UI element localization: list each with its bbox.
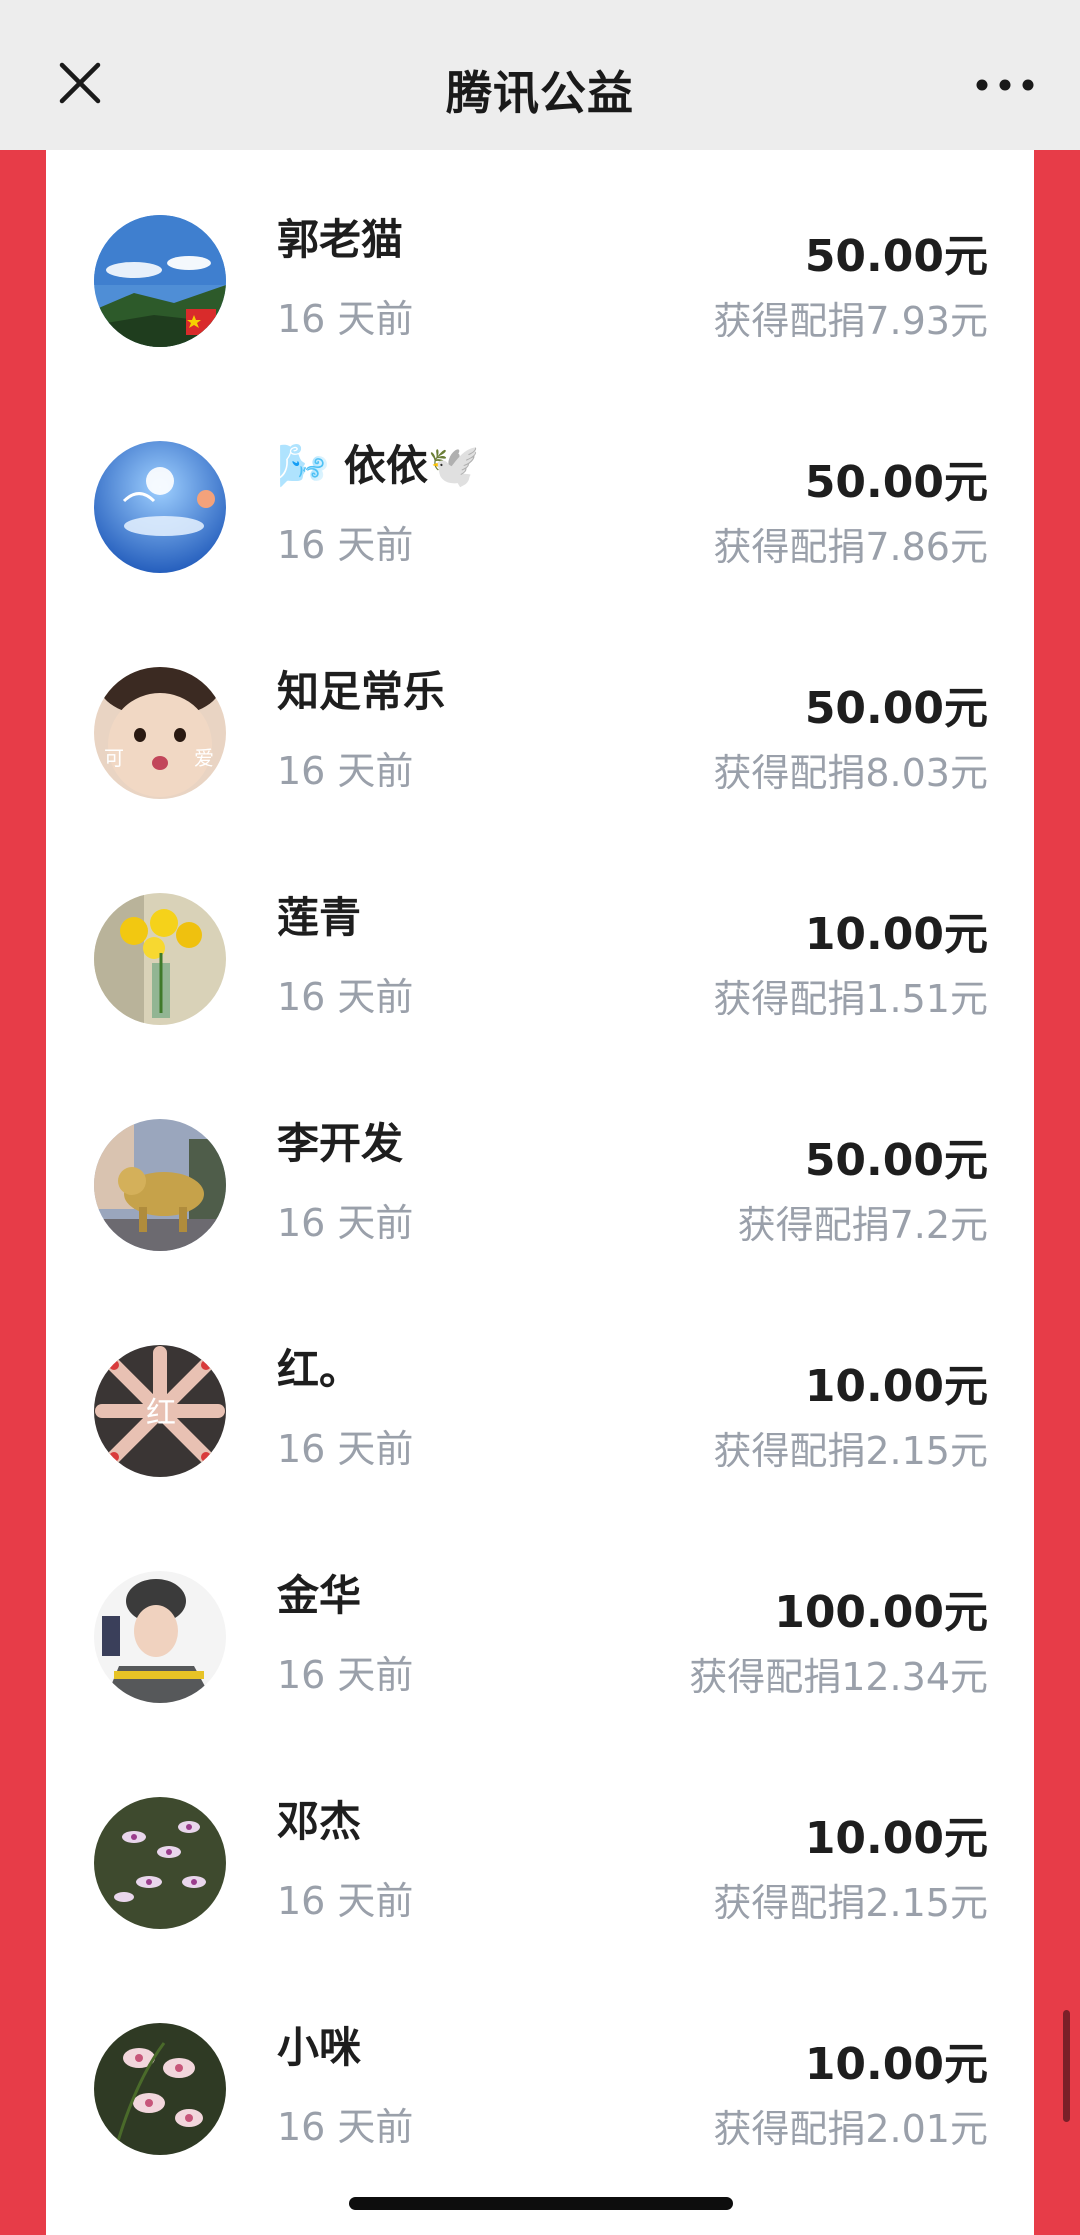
list-item[interactable]: 莲青 16 天前 10.00元 获得配捐1.51元 (46, 828, 1034, 1054)
donation-time: 16 天前 (277, 749, 414, 793)
donor-name: 知足常乐 (277, 667, 446, 716)
donation-amount: 10.00元 (804, 2039, 988, 2090)
list-item[interactable]: 红 红。 16 天前 10.00元 获得配捐2.15元 (46, 1280, 1034, 1506)
donation-time: 16 天前 (277, 2105, 414, 2149)
matched-donation: 获得配捐2.15元 (713, 1881, 988, 1925)
avatar-caption: 红 (146, 1397, 176, 1430)
avatar: 可 爱 (94, 667, 226, 799)
donation-amount: 50.00元 (804, 683, 988, 734)
donor-name: 李开发 (277, 1119, 404, 1168)
donation-time: 16 天前 (277, 523, 414, 567)
donor-name: 金华 (277, 1571, 362, 1620)
donor-name: 小咪 (277, 2023, 362, 2072)
donation-amount: 50.00元 (804, 1135, 988, 1186)
list-item[interactable]: 郭老猫 16 天前 50.00元 获得配捐7.93元 (46, 150, 1034, 376)
top-bar: 腾讯公益 (0, 0, 1080, 150)
avatar (94, 1119, 226, 1251)
list-item[interactable]: 邓杰 16 天前 10.00元 获得配捐2.15元 (46, 1732, 1034, 1958)
page-title: 腾讯公益 (446, 66, 634, 120)
scrollbar[interactable] (1063, 2010, 1070, 2122)
donation-time: 16 天前 (277, 1879, 414, 1923)
donor-name: 红。 (277, 1345, 362, 1394)
donation-amount: 50.00元 (804, 231, 988, 282)
avatar: 红 (94, 1345, 226, 1477)
avatar-caption: 爱 (194, 747, 214, 770)
donation-amount: 10.00元 (804, 1361, 988, 1412)
donation-amount: 50.00元 (804, 457, 988, 508)
donation-time: 16 天前 (277, 975, 414, 1019)
matched-donation: 获得配捐7.2元 (737, 1203, 988, 1247)
donation-amount: 10.00元 (804, 1813, 988, 1864)
matched-donation: 获得配捐2.01元 (713, 2107, 988, 2151)
donor-name: 莲青 (277, 893, 362, 942)
avatar (94, 1571, 226, 1703)
more-dots-icon[interactable] (970, 70, 1040, 100)
list-item[interactable]: 可 爱 知足常乐 16 天前 50.00元 获得配捐8.03元 (46, 602, 1034, 828)
avatar (94, 441, 226, 573)
matched-donation: 获得配捐1.51元 (713, 977, 988, 1021)
list-item[interactable]: 🌬️ 依依🕊️ 16 天前 50.00元 获得配捐7.86元 (46, 376, 1034, 602)
avatar (94, 2023, 226, 2155)
list-item[interactable]: 金华 16 天前 100.00元 获得配捐12.34元 (46, 1506, 1034, 1732)
donation-time: 16 天前 (277, 1653, 414, 1697)
matched-donation: 获得配捐8.03元 (713, 751, 988, 795)
matched-donation: 获得配捐2.15元 (713, 1429, 988, 1473)
avatar (94, 215, 226, 347)
avatar-caption: 可 (104, 748, 124, 770)
donor-name: 🌬️ 依依🕊️ (277, 441, 481, 490)
donation-list: 郭老猫 16 天前 50.00元 获得配捐7.93元 🌬️ 依依🕊️ 16 天前… (46, 150, 1034, 2235)
matched-donation: 获得配捐7.86元 (713, 525, 988, 569)
donation-amount: 10.00元 (804, 909, 988, 960)
avatar (94, 1797, 226, 1929)
avatar (94, 893, 226, 1025)
donor-name: 郭老猫 (277, 215, 404, 264)
matched-donation: 获得配捐12.34元 (689, 1655, 988, 1699)
matched-donation: 获得配捐7.93元 (713, 299, 988, 343)
home-indicator[interactable] (349, 2197, 733, 2210)
donation-time: 16 天前 (277, 1201, 414, 1245)
donation-amount: 100.00元 (774, 1587, 988, 1638)
donation-time: 16 天前 (277, 1427, 414, 1471)
list-item[interactable]: 小咪 16 天前 10.00元 获得配捐2.01元 (46, 1958, 1034, 2184)
donation-time: 16 天前 (277, 297, 414, 341)
list-item[interactable]: 李开发 16 天前 50.00元 获得配捐7.2元 (46, 1054, 1034, 1280)
donor-name: 邓杰 (277, 1797, 362, 1846)
